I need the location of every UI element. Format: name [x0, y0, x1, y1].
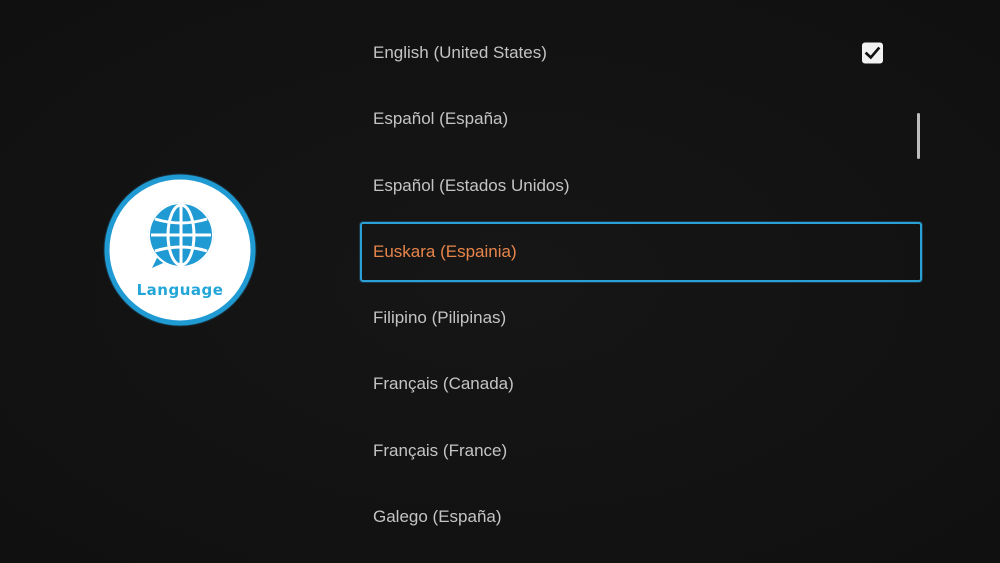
language-item-label: Français (Canada) — [373, 374, 514, 394]
language-item-espanol-espana[interactable]: Español (España) — [360, 89, 922, 149]
globe-speech-bubble-icon — [103, 173, 257, 327]
language-item-filipino-pilipinas[interactable]: Filipino (Pilipinas) — [360, 288, 922, 348]
selected-checkbox[interactable] — [862, 42, 883, 64]
language-logo: Language — [102, 172, 258, 328]
list-scrollbar[interactable] — [917, 113, 920, 159]
language-item-francais-france[interactable]: Français (France) — [360, 421, 922, 481]
language-item-galego-espana[interactable]: Galego (España) — [360, 487, 922, 547]
language-item-label: Español (Estados Unidos) — [373, 175, 570, 195]
language-item-label: Français (France) — [373, 440, 508, 460]
language-item-euskara-espainia[interactable]: Euskara (Espainia) — [360, 221, 922, 282]
language-item-label: Español (España) — [373, 109, 509, 129]
logo-label: Language — [136, 281, 224, 299]
checkmark-icon — [864, 46, 881, 60]
language-item-label: Galego (España) — [373, 507, 502, 527]
language-item-francais-canada[interactable]: Français (Canada) — [360, 354, 922, 414]
language-item-english-united-states[interactable]: English (United States) — [360, 23, 922, 83]
language-item-label: Filipino (Pilipinas) — [373, 308, 507, 328]
language-item-label: English (United States) — [373, 43, 547, 62]
language-list: English (United States) Español (España)… — [360, 23, 922, 553]
language-item-label: Euskara (Espainia) — [373, 241, 517, 261]
language-item-espanol-estados-unidos[interactable]: Español (Estados Unidos) — [360, 156, 922, 216]
